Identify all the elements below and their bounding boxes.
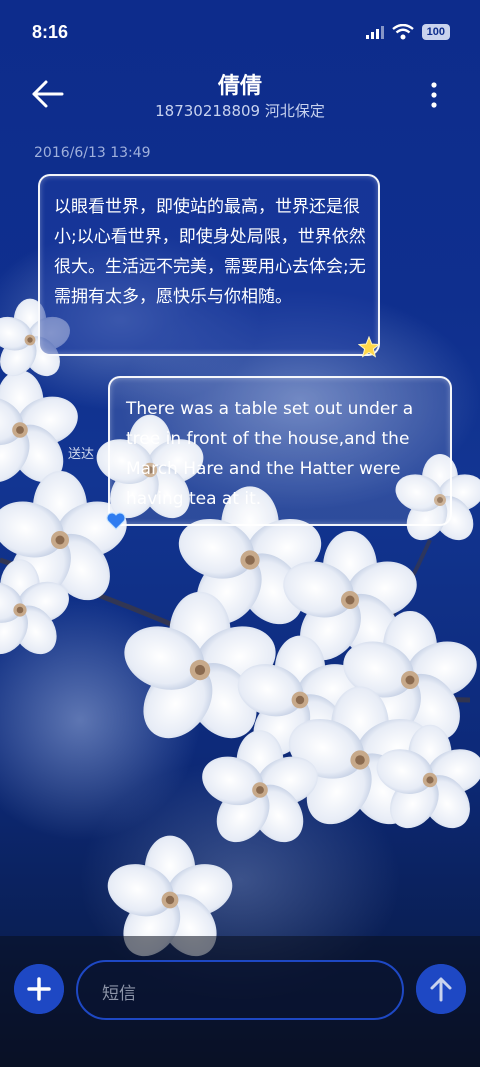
status-time: 8:16 [32, 22, 69, 42]
message-timestamp: 2016/6/13 13:49 [34, 145, 151, 161]
message-input[interactable]: 短信 [76, 960, 404, 1020]
send-button[interactable] [416, 964, 466, 1014]
contact-name: 倩倩 [217, 74, 262, 99]
status-icons: 100 [365, 24, 450, 40]
more-vertical-icon [431, 82, 437, 108]
signal-icon [365, 26, 384, 39]
conversation-header: 倩倩 18730218809 河北保定 [0, 64, 480, 134]
battery-icon: 100 [421, 24, 450, 40]
status-bar: 8:16 100 [0, 0, 480, 64]
star-icon [358, 336, 380, 358]
add-attachment-button[interactable] [14, 964, 64, 1014]
wifi-icon [391, 24, 414, 40]
delivery-status: 送达 [68, 447, 95, 462]
message-composer: 短信 [0, 936, 480, 1067]
outgoing-message-text: There was a table set out under a tree i… [126, 399, 414, 509]
incoming-message-text: 以眼看世界，即使站的最高，世界还是很小;以心看世界，即使身处局限，世界依然很大。… [54, 197, 366, 307]
outgoing-message-bubble[interactable]: There was a table set out under a tree i… [106, 376, 452, 530]
more-options-button[interactable] [424, 80, 444, 110]
contact-number-location: 18730218809 河北保定 [155, 102, 325, 120]
sms-conversation-screen: 8:16 100 倩倩 18730218809 河北保定 2016/6/13 1… [0, 0, 480, 1067]
message-input-placeholder: 短信 [102, 984, 136, 1004]
incoming-message-bubble[interactable]: 以眼看世界，即使站的最高，世界还是很小;以心看世界，即使身处局限，世界依然很大。… [38, 174, 380, 358]
heart-icon [106, 512, 126, 530]
